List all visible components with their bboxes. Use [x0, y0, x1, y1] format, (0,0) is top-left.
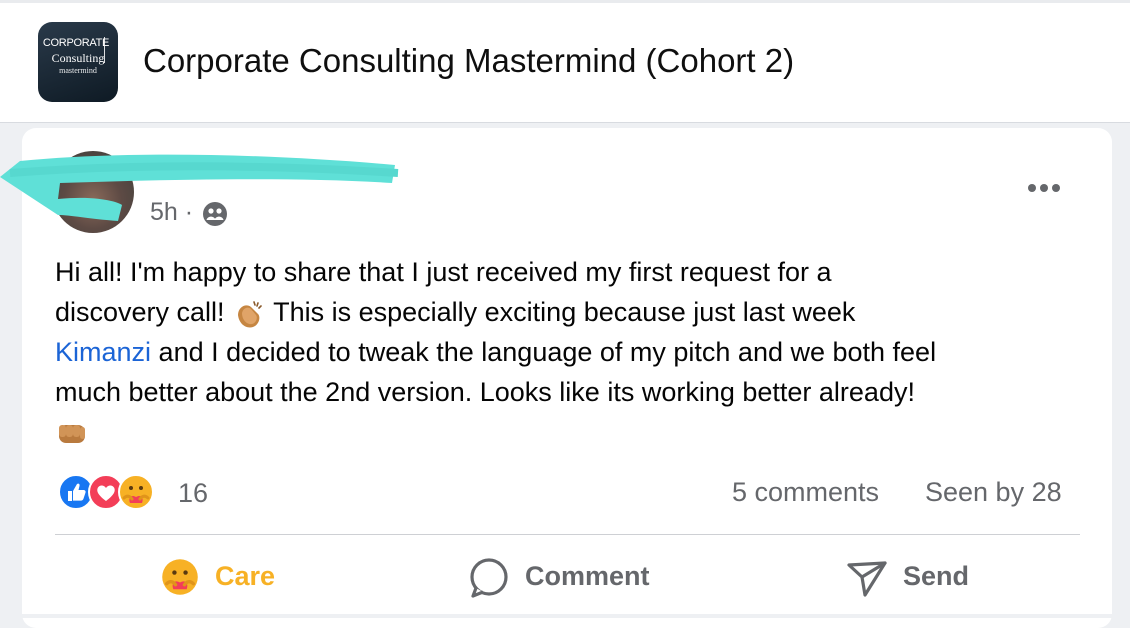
post-line-4: much better about the 2nd version. Looks…: [55, 372, 1085, 412]
post-line-1: Hi all! I'm happy to share that I just r…: [55, 252, 1085, 292]
logo-text-line-3: mastermind: [59, 66, 97, 75]
post-timestamp[interactable]: 5h ·: [150, 198, 193, 227]
care-button[interactable]: Care: [160, 553, 300, 601]
logo-text-line-1: CORPORATE: [42, 37, 110, 49]
logo-text-line-2: Consulting: [51, 51, 105, 65]
action-bar-divider: [55, 534, 1080, 535]
post-line-2: discovery call! This is especially excit…: [55, 292, 1085, 332]
care-reaction-icon: [118, 474, 154, 510]
card-bottom-edge: [0, 614, 1130, 618]
post-text: Hi all! I'm happy to share that I just r…: [55, 257, 832, 287]
send-label: Send: [903, 561, 970, 591]
reaction-summary[interactable]: 16: [58, 474, 258, 514]
group-members-icon: [203, 202, 227, 226]
oncoming-fist-icon: [59, 424, 85, 443]
post-text: much better about the 2nd version. Looks…: [55, 377, 915, 407]
comments-count-link[interactable]: 5 comments: [732, 477, 879, 508]
post-line-3: Kimanzi and I decided to tweak the langu…: [55, 332, 1085, 372]
send-icon: [847, 561, 887, 597]
redaction-scribble: [0, 154, 399, 221]
post-text: discovery call!: [55, 297, 225, 327]
post-body: Hi all! I'm happy to share that I just r…: [55, 252, 1085, 452]
care-reaction-icon: [162, 559, 198, 595]
header-top-line: [0, 0, 1130, 3]
reaction-count: 16: [178, 478, 209, 508]
seen-by-link[interactable]: Seen by 28: [925, 477, 1062, 508]
post-text: This is especially exciting because just…: [273, 297, 856, 327]
clapping-hands-icon: [238, 301, 262, 328]
care-label: Care: [215, 561, 276, 591]
more-options-icon[interactable]: [1022, 175, 1066, 201]
comment-bubble-icon: [470, 558, 508, 598]
group-title[interactable]: Corporate Consulting Mastermind (Cohort …: [143, 42, 794, 80]
post-line-5: [55, 412, 1085, 452]
post-text: and I decided to tweak the language of m…: [158, 337, 937, 367]
send-button[interactable]: Send: [846, 553, 986, 601]
mention-link[interactable]: Kimanzi: [55, 337, 151, 367]
comment-button[interactable]: Comment: [468, 553, 678, 601]
group-logo[interactable]: CORPORATE Consulting mastermind: [38, 22, 118, 102]
group-header: CORPORATE Consulting mastermind Corporat…: [0, 0, 1130, 123]
comment-label: Comment: [525, 561, 650, 591]
